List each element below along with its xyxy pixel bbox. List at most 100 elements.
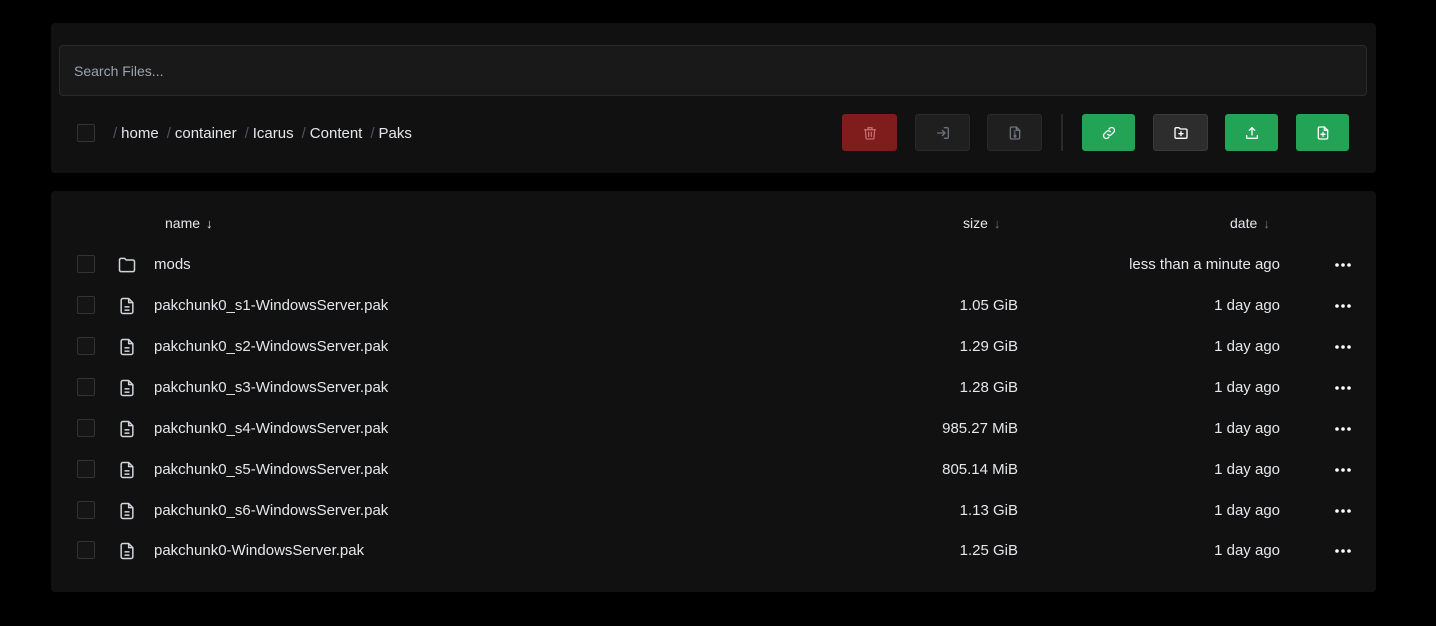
date-column-header[interactable]: date ↓ xyxy=(1230,215,1270,231)
file-name[interactable]: pakchunk0_s3-WindowsServer.pak xyxy=(154,379,388,396)
new-folder-button[interactable] xyxy=(1153,114,1208,151)
file-size: 985.27 MiB xyxy=(942,420,1018,437)
more-dots-icon xyxy=(1335,549,1351,553)
row-checkbox[interactable] xyxy=(77,296,95,314)
file-date: 1 day ago xyxy=(1214,379,1280,396)
file-size: 1.05 GiB xyxy=(959,297,1018,314)
upload-button[interactable] xyxy=(1225,114,1278,151)
size-column-header[interactable]: size ↓ xyxy=(963,215,1000,231)
size-column-label: size xyxy=(963,215,988,231)
file-date: 1 day ago xyxy=(1214,502,1280,519)
breadcrumb-separator: / xyxy=(244,124,249,142)
file-date: 1 day ago xyxy=(1214,338,1280,355)
file-size: 1.25 GiB xyxy=(959,542,1018,559)
more-dots-icon xyxy=(1335,509,1351,513)
file-icon xyxy=(120,338,134,356)
more-options-button[interactable] xyxy=(1333,255,1353,275)
file-size: 1.13 GiB xyxy=(959,502,1018,519)
new-folder-icon xyxy=(1173,126,1188,139)
more-dots-icon xyxy=(1335,304,1351,308)
file-icon xyxy=(120,379,134,397)
table-row[interactable]: pakchunk0_s1-WindowsServer.pak 1.05 GiB … xyxy=(51,285,1376,326)
table-row[interactable]: mods less than a minute ago xyxy=(51,244,1376,285)
breadcrumb-home[interactable]: home xyxy=(121,125,159,142)
file-size: 1.28 GiB xyxy=(959,379,1018,396)
name-column-label: name xyxy=(165,215,201,231)
move-icon xyxy=(936,126,949,139)
file-icon xyxy=(120,461,134,479)
more-dots-icon xyxy=(1335,263,1351,267)
file-size: 805.14 MiB xyxy=(942,461,1018,478)
row-checkbox[interactable] xyxy=(77,378,95,396)
more-options-button[interactable] xyxy=(1333,460,1353,480)
archive-button[interactable] xyxy=(987,114,1042,151)
link-icon xyxy=(1102,126,1115,139)
file-name[interactable]: pakchunk0_s1-WindowsServer.pak xyxy=(154,297,388,314)
select-all-checkbox[interactable] xyxy=(77,124,95,142)
file-name[interactable]: pakchunk0_s4-WindowsServer.pak xyxy=(154,420,388,437)
file-date: less than a minute ago xyxy=(1129,256,1280,273)
file-date: 1 day ago xyxy=(1214,542,1280,559)
breadcrumb-separator: / xyxy=(301,124,306,142)
sort-arrow-icon: ↓ xyxy=(993,215,1001,231)
table-row[interactable]: pakchunk0_s5-WindowsServer.pak 805.14 Mi… xyxy=(51,449,1376,490)
more-options-button[interactable] xyxy=(1333,337,1353,357)
toolbar-divider xyxy=(1061,114,1063,151)
row-checkbox[interactable] xyxy=(77,460,95,478)
sort-arrow-icon: ↓ xyxy=(206,215,213,231)
file-name[interactable]: mods xyxy=(154,256,191,273)
trash-icon xyxy=(863,126,876,140)
new-file-button[interactable] xyxy=(1296,114,1349,151)
row-checkbox[interactable] xyxy=(77,541,95,559)
file-size: 1.29 GiB xyxy=(959,338,1018,355)
more-dots-icon xyxy=(1335,427,1351,431)
file-date: 1 day ago xyxy=(1214,461,1280,478)
file-name[interactable]: pakchunk0_s5-WindowsServer.pak xyxy=(154,461,388,478)
file-icon xyxy=(120,420,134,438)
toolbar-panel: / home / container / Icarus / Content / … xyxy=(51,23,1376,173)
more-options-button[interactable] xyxy=(1333,296,1353,316)
row-checkbox[interactable] xyxy=(77,255,95,273)
file-list-panel: name ↓ size ↓ date ↓ mods less than a mi… xyxy=(51,191,1376,592)
delete-button[interactable] xyxy=(842,114,897,151)
file-icon xyxy=(120,542,134,560)
more-dots-icon xyxy=(1335,386,1351,390)
table-row[interactable]: pakchunk0_s4-WindowsServer.pak 985.27 Mi… xyxy=(51,408,1376,449)
breadcrumb-separator: / xyxy=(370,124,375,142)
table-row[interactable]: pakchunk0_s6-WindowsServer.pak 1.13 GiB … xyxy=(51,490,1376,531)
file-name[interactable]: pakchunk0_s2-WindowsServer.pak xyxy=(154,338,388,355)
file-icon xyxy=(120,502,134,520)
row-checkbox[interactable] xyxy=(77,419,95,437)
new-file-icon xyxy=(1317,125,1328,140)
folder-icon xyxy=(118,257,136,273)
file-date: 1 day ago xyxy=(1214,297,1280,314)
table-row[interactable]: pakchunk0_s2-WindowsServer.pak 1.29 GiB … xyxy=(51,326,1376,367)
date-column-label: date xyxy=(1230,215,1258,231)
file-name[interactable]: pakchunk0-WindowsServer.pak xyxy=(154,542,364,559)
file-icon xyxy=(120,297,134,315)
breadcrumb-content[interactable]: Content xyxy=(310,125,363,142)
breadcrumb-icarus[interactable]: Icarus xyxy=(253,125,294,142)
search-input[interactable] xyxy=(59,45,1367,96)
table-row[interactable]: pakchunk0_s3-WindowsServer.pak 1.28 GiB … xyxy=(51,367,1376,408)
upload-icon xyxy=(1245,126,1258,139)
file-date: 1 day ago xyxy=(1214,420,1280,437)
name-column-header[interactable]: name ↓ xyxy=(165,215,213,231)
more-options-button[interactable] xyxy=(1333,378,1353,398)
breadcrumb-container[interactable]: container xyxy=(175,125,237,142)
breadcrumb-paks[interactable]: Paks xyxy=(379,125,412,142)
more-dots-icon xyxy=(1335,345,1351,349)
more-options-button[interactable] xyxy=(1333,541,1353,561)
link-button[interactable] xyxy=(1082,114,1135,151)
more-options-button[interactable] xyxy=(1333,419,1353,439)
sort-arrow-icon: ↓ xyxy=(1263,215,1270,231)
archive-icon xyxy=(1009,125,1020,140)
more-options-button[interactable] xyxy=(1333,501,1353,521)
breadcrumb-separator: / xyxy=(166,124,171,142)
file-name[interactable]: pakchunk0_s6-WindowsServer.pak xyxy=(154,502,388,519)
table-row[interactable]: pakchunk0-WindowsServer.pak 1.25 GiB 1 d… xyxy=(51,530,1376,571)
row-checkbox[interactable] xyxy=(77,501,95,519)
row-checkbox[interactable] xyxy=(77,337,95,355)
breadcrumb: / home / container / Icarus / Content / … xyxy=(113,123,420,143)
move-button[interactable] xyxy=(915,114,970,151)
